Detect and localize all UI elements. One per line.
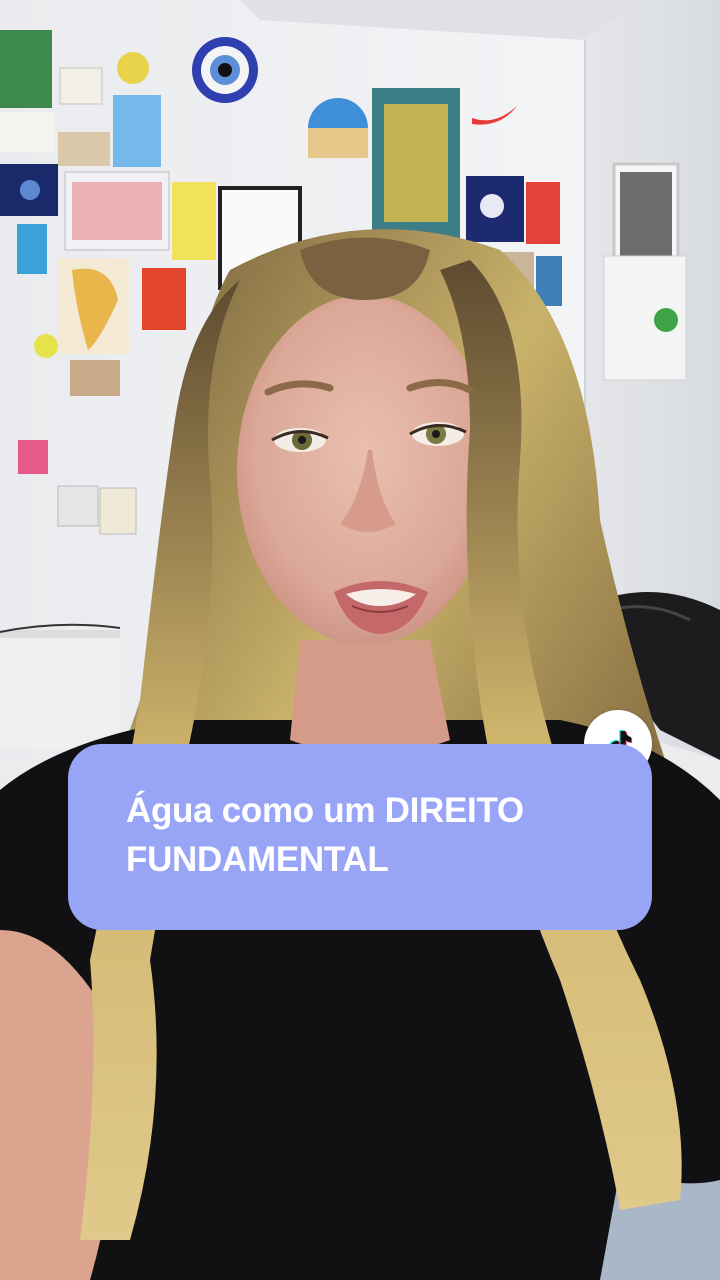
caption-line-1: Água como um DIREITO — [126, 791, 524, 830]
caption-line-2: FUNDAMENTAL — [126, 840, 389, 879]
caption-text: Água como um DIREITO FUNDAMENTAL — [126, 786, 612, 884]
video-frame[interactable]: Água como um DIREITO FUNDAMENTAL — [0, 0, 720, 1280]
caption-card: Água como um DIREITO FUNDAMENTAL — [68, 744, 652, 930]
video-background — [0, 0, 720, 1280]
